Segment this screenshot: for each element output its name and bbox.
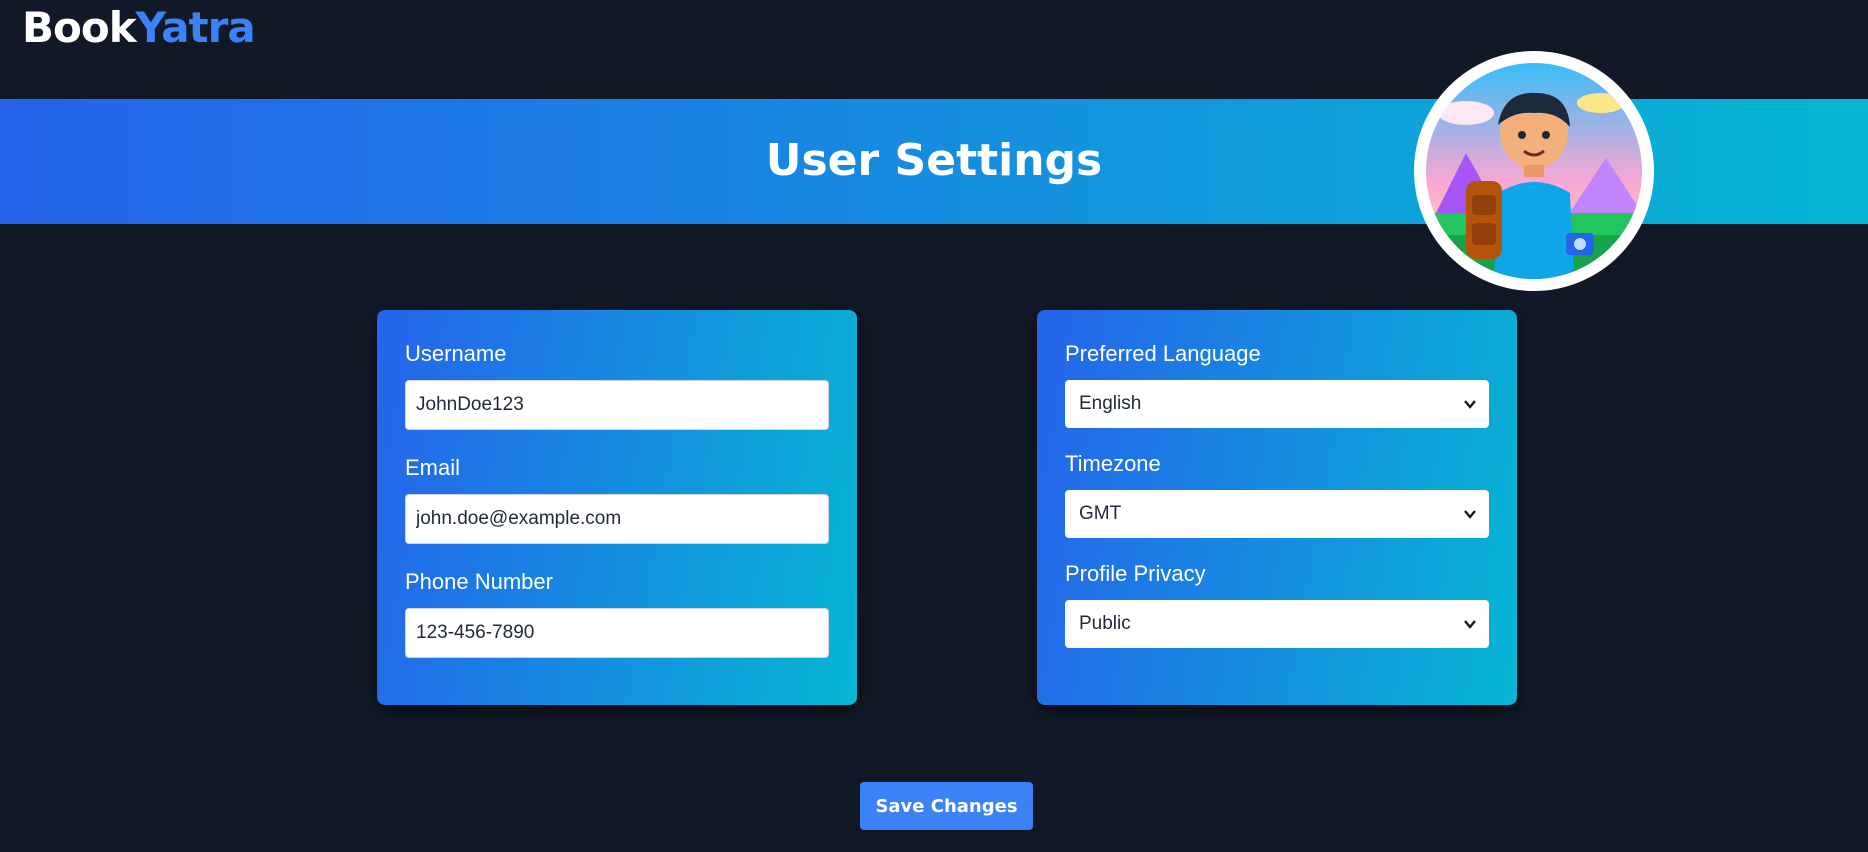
brand-logo[interactable]: BookYatra bbox=[22, 2, 256, 54]
chevron-down-icon bbox=[1464, 510, 1476, 519]
phone-number-input[interactable] bbox=[405, 608, 829, 658]
profile-avatar[interactable] bbox=[1414, 51, 1654, 291]
username-input[interactable] bbox=[405, 380, 829, 430]
chevron-down-icon bbox=[1464, 400, 1476, 409]
preferred-language-label: Preferred Language bbox=[1065, 341, 1261, 366]
account-details-card: Username Email Phone Number bbox=[377, 310, 857, 705]
timezone-value: GMT bbox=[1079, 503, 1122, 524]
brand-logo-part-book: Book bbox=[22, 3, 137, 52]
preferred-language-select[interactable]: English bbox=[1065, 380, 1489, 428]
email-label: Email bbox=[405, 455, 461, 480]
timezone-select[interactable]: GMT bbox=[1065, 490, 1489, 538]
save-changes-button[interactable]: Save Changes bbox=[860, 782, 1033, 830]
profile-privacy-value: Public bbox=[1079, 613, 1131, 634]
traveler-avatar-icon bbox=[1426, 63, 1642, 279]
preferences-card: Preferred Language English Timezone GMT … bbox=[1037, 310, 1517, 705]
brand-logo-part-yatra: Yatra bbox=[135, 3, 256, 52]
email-input[interactable] bbox=[405, 494, 829, 544]
phone-number-label: Phone Number bbox=[405, 569, 553, 594]
chevron-down-icon bbox=[1464, 620, 1476, 629]
username-label: Username bbox=[405, 341, 507, 366]
profile-privacy-label: Profile Privacy bbox=[1065, 561, 1206, 586]
timezone-label: Timezone bbox=[1065, 451, 1161, 476]
profile-privacy-select[interactable]: Public bbox=[1065, 600, 1489, 648]
preferred-language-value: English bbox=[1079, 393, 1142, 414]
